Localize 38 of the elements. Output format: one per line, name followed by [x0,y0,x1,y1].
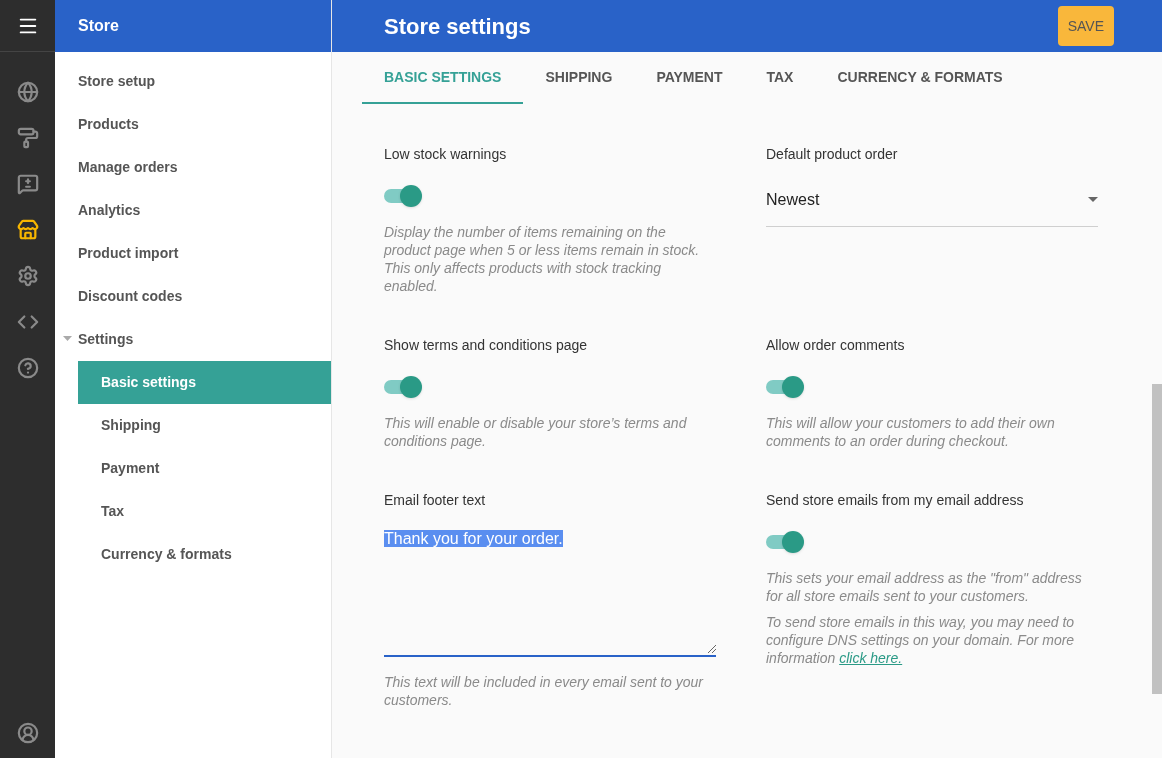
sidebar-item[interactable]: Analytics [55,189,331,232]
tab[interactable]: SHIPPING [523,52,635,104]
sidebar-item[interactable]: Product import [55,232,331,275]
setting-label: Email footer text [384,491,487,510]
select-field[interactable]: Newest [766,181,1098,227]
sidebar-item[interactable]: Discount codes [55,275,331,318]
expand-caret-icon [63,336,72,341]
help-text: Display the number of items remaining on the product page when 5 or less items remain in stock. This only affects products with stock tracking enabled. [384,223,701,295]
help-text: This sets your email address as the "from" address for all store emails sent to your customers. [766,569,1083,605]
tab[interactable]: CURRENCY & FORMATS [815,52,1025,104]
dropdown-caret-icon [1088,197,1098,202]
sidebar-item[interactable]: Products [55,103,331,146]
page-title: Store settings [384,12,531,41]
toggle-switch[interactable] [766,531,804,553]
save-button[interactable]: SAVE [1057,6,1114,46]
tab[interactable]: PAYMENT [634,52,745,104]
toggle-switch[interactable] [384,376,422,398]
help-text: To send store emails in this way, you may need to configure DNS settings on your domain. For more information click here. [766,613,1076,667]
toggle-switch[interactable] [766,376,804,398]
sidebar-subitem[interactable]: Shipping [78,404,331,447]
toggle-switch[interactable] [384,185,422,207]
resize-handle-icon[interactable] [707,644,716,653]
help-text: This will allow your customers to add their own comments to an order during checkout. [766,414,1056,450]
help-text: This will enable or disable your store’s terms and conditions page. [384,414,688,450]
help-text: This text will be included in every email sent to your customers. [384,673,705,709]
sidebar-item[interactable]: Manage orders [55,146,331,189]
setting-label: Default product order [766,145,899,164]
setting-label: Send store emails from my email address [766,491,1025,510]
setting-label: Show terms and conditions page [384,336,589,355]
sidebar-item[interactable]: Settings [55,318,331,361]
sidebar-subitem[interactable]: Currency & formats [78,533,331,576]
sidebar-title: Store [78,16,119,36]
sidebar-subitem[interactable]: Payment [78,447,331,490]
tab[interactable]: TAX [744,52,816,104]
setting-label: Allow order comments [766,336,906,355]
sidebar-item[interactable]: Store setup [55,60,331,103]
sidebar-subitem[interactable]: Tax [78,490,331,533]
setting-label: Low stock warnings [384,145,508,164]
